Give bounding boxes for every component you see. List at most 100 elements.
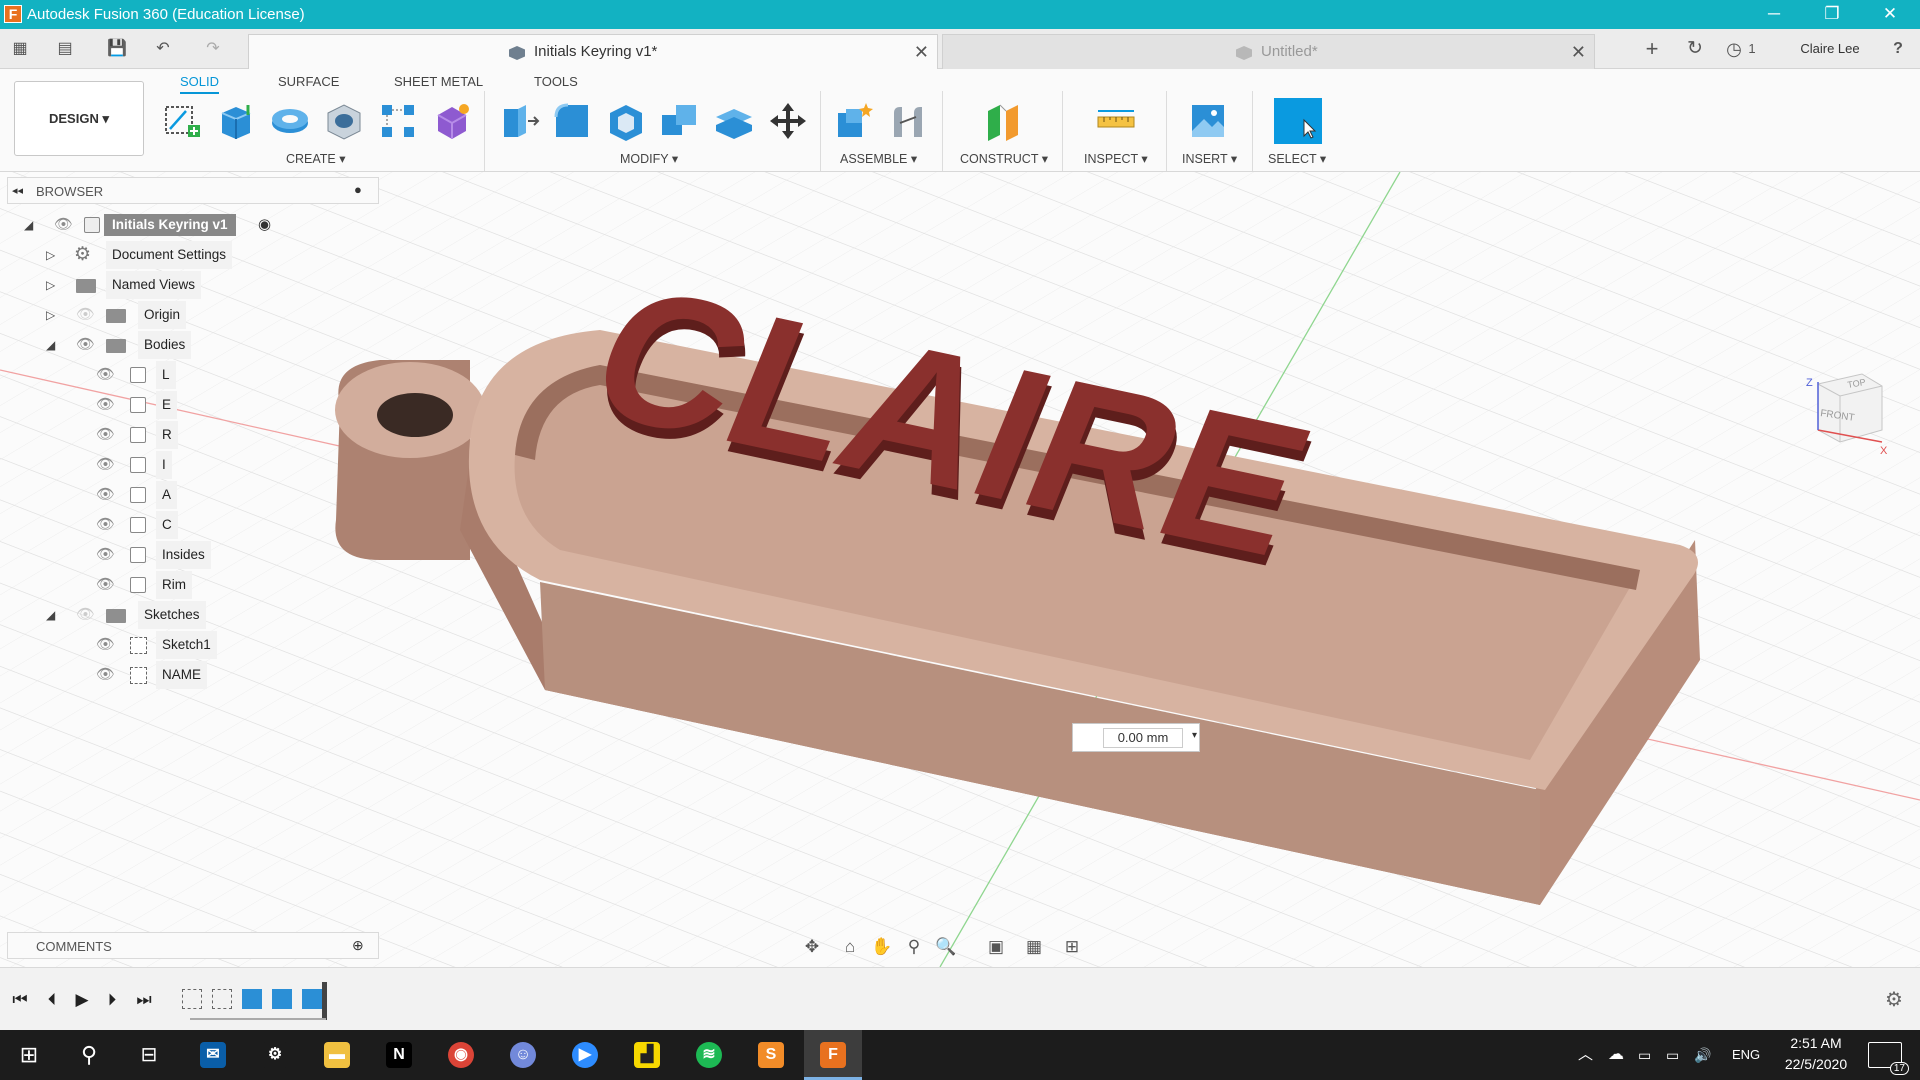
expand-arrow-icon[interactable]: ▷	[46, 241, 60, 269]
look-at-icon[interactable]: ⌂	[836, 935, 864, 959]
add-comment-icon[interactable]: ⊕	[352, 937, 364, 954]
tree-item-sketch[interactable]: 👁 NAME	[96, 661, 236, 689]
go-to-end-icon[interactable]: ⏭	[132, 990, 156, 1010]
tab-close-icon[interactable]: ✕	[914, 35, 929, 69]
tab-sheet-metal[interactable]: SHEET METAL	[394, 74, 483, 89]
tree-item-document-settings[interactable]: ▷ ⚙ Document Settings	[46, 241, 286, 269]
measure-icon[interactable]	[1094, 99, 1138, 143]
offset-face-icon[interactable]	[712, 99, 756, 143]
visibility-eye-icon[interactable]: 👁	[96, 481, 115, 509]
taskbar-app-discord[interactable]: ☺	[494, 1030, 552, 1080]
pan-icon[interactable]: ✋	[868, 935, 896, 959]
hidden-eye-icon[interactable]: 👁	[76, 301, 95, 329]
joint-icon[interactable]	[886, 99, 930, 143]
grid-settings-icon[interactable]: ▦	[1020, 935, 1048, 959]
hidden-eye-icon[interactable]: 👁	[76, 601, 95, 629]
tree-item-body[interactable]: 👁 Rim	[96, 571, 236, 599]
workspace-switcher[interactable]: DESIGN ▾	[14, 81, 144, 156]
restore-button[interactable]: ❐	[1803, 1, 1861, 27]
fillet-icon[interactable]	[550, 99, 594, 143]
move-copy-icon[interactable]	[766, 99, 810, 143]
hole-icon[interactable]	[322, 99, 366, 143]
press-pull-icon[interactable]	[496, 99, 540, 143]
dimension-dropdown-icon[interactable]: ▾	[1192, 730, 1197, 741]
root-component-label[interactable]: Initials Keyring v1	[104, 214, 236, 236]
visibility-eye-icon[interactable]: 👁	[96, 361, 115, 389]
insert-menu[interactable]: INSERT ▾	[1182, 151, 1237, 166]
tree-item-bodies[interactable]: ◢ 👁 Bodies	[46, 331, 286, 359]
comments-panel-header[interactable]: COMMENTS ⊕	[7, 932, 379, 959]
tree-item-body[interactable]: 👁 E	[96, 391, 236, 419]
user-name[interactable]: Claire Lee	[1790, 37, 1870, 61]
tree-item-sketch[interactable]: 👁 Sketch1	[96, 631, 236, 659]
visibility-eye-icon[interactable]: 👁	[96, 511, 115, 539]
visibility-eye-icon[interactable]: 👁	[96, 631, 115, 659]
clock-date[interactable]: 22/5/2020	[1772, 1056, 1860, 1072]
tray-overflow-icon[interactable]: ︿	[1578, 1030, 1593, 1080]
collapse-arrow-icon[interactable]: ◢	[46, 331, 60, 359]
activate-radio-icon[interactable]: ◉	[258, 211, 271, 239]
close-window-button[interactable]: ✕	[1861, 1, 1919, 27]
create-sketch-icon[interactable]	[160, 99, 204, 143]
modify-menu[interactable]: MODIFY ▾	[620, 151, 678, 166]
search-button[interactable]: ⚲	[60, 1030, 118, 1080]
tab-initials-keyring[interactable]: Initials Keyring v1* ✕	[248, 34, 938, 69]
visibility-eye-icon[interactable]: 👁	[96, 391, 115, 419]
tree-root[interactable]: ◢ 👁 Initials Keyring v1 ◉	[24, 211, 284, 239]
expand-arrow-icon[interactable]: ▷	[46, 271, 60, 299]
inspect-menu[interactable]: INSPECT ▾	[1084, 151, 1148, 166]
step-forward-icon[interactable]: ⏵	[100, 990, 124, 1010]
visibility-eye-icon[interactable]: 👁	[76, 331, 95, 359]
timeline-extrude-feature[interactable]	[302, 989, 322, 1009]
visibility-eye-icon[interactable]: 👁	[96, 421, 115, 449]
minimize-button[interactable]: ─	[1745, 1, 1803, 27]
taskbar-app-zoom[interactable]: ▶	[556, 1030, 614, 1080]
tree-item-origin[interactable]: ▷ 👁 Origin	[46, 301, 286, 329]
taskbar-app-chrome[interactable]: ◉	[432, 1030, 490, 1080]
insert-canvas-icon[interactable]	[1186, 99, 1230, 143]
timeline-marker[interactable]	[322, 982, 327, 1020]
tab-surface[interactable]: SURFACE	[278, 74, 339, 89]
offset-plane-icon[interactable]	[982, 99, 1026, 143]
data-panel-grid-icon[interactable]: ▦	[8, 37, 32, 61]
visibility-eye-icon[interactable]: 👁	[96, 451, 115, 479]
visibility-eye-icon[interactable]: 👁	[96, 571, 115, 599]
combine-icon[interactable]	[658, 99, 702, 143]
timeline-extrude-feature[interactable]	[272, 989, 292, 1009]
tab-close-icon[interactable]: ✕	[1571, 35, 1586, 69]
taskbar-app-settings[interactable]: ⚙	[246, 1030, 304, 1080]
extrude-icon[interactable]	[214, 99, 258, 143]
construct-menu[interactable]: CONSTRUCT ▾	[960, 151, 1048, 166]
timeline-sketch-feature[interactable]	[182, 989, 202, 1009]
taskbar-app-spotify[interactable]: ≋	[680, 1030, 738, 1080]
taskbar-app-netflix[interactable]: N	[370, 1030, 428, 1080]
save-icon[interactable]: 💾	[104, 37, 130, 61]
clock-time[interactable]: 2:51 AM	[1782, 1035, 1850, 1051]
rectangular-pattern-icon[interactable]	[376, 99, 420, 143]
taskbar-app-sticky-notes[interactable]: ▟	[618, 1030, 676, 1080]
job-status-icon[interactable]: ↻	[1683, 37, 1707, 61]
tree-item-named-views[interactable]: ▷ Named Views	[46, 271, 286, 299]
onedrive-icon[interactable]: ☁	[1608, 1030, 1624, 1080]
tree-item-body[interactable]: 👁 R	[96, 421, 236, 449]
help-icon[interactable]: ?	[1886, 37, 1910, 61]
view-cube[interactable]: TOP FRONT X Z	[1800, 372, 1890, 462]
shell-icon[interactable]	[604, 99, 648, 143]
play-icon[interactable]: ▶	[70, 990, 94, 1010]
tab-untitled[interactable]: Untitled* ✕	[942, 34, 1595, 69]
tree-item-body[interactable]: 👁 C	[96, 511, 236, 539]
undo-icon[interactable]: ↶	[146, 37, 180, 61]
notifications-icon[interactable]: ◷	[1722, 37, 1746, 61]
fit-icon[interactable]: 🔍	[932, 935, 960, 959]
assemble-menu[interactable]: ASSEMBLE ▾	[840, 151, 917, 166]
create-form-icon[interactable]	[430, 99, 474, 143]
create-menu[interactable]: CREATE ▾	[286, 151, 346, 166]
new-component-icon[interactable]	[832, 99, 876, 143]
taskbar-app-fusion-360[interactable]: F	[804, 1030, 862, 1080]
tab-tools[interactable]: TOOLS	[534, 74, 578, 89]
canvas-viewport[interactable]: CLAIRE CLAIRE TOP FRONT X Z	[0, 172, 1920, 967]
taskbar-app-file-explorer[interactable]: ▬	[308, 1030, 366, 1080]
dimension-value-field[interactable]: 0.00 mm	[1103, 728, 1183, 748]
battery-icon[interactable]: ▭	[1638, 1030, 1651, 1080]
action-center-icon[interactable]: 17	[1868, 1042, 1909, 1075]
